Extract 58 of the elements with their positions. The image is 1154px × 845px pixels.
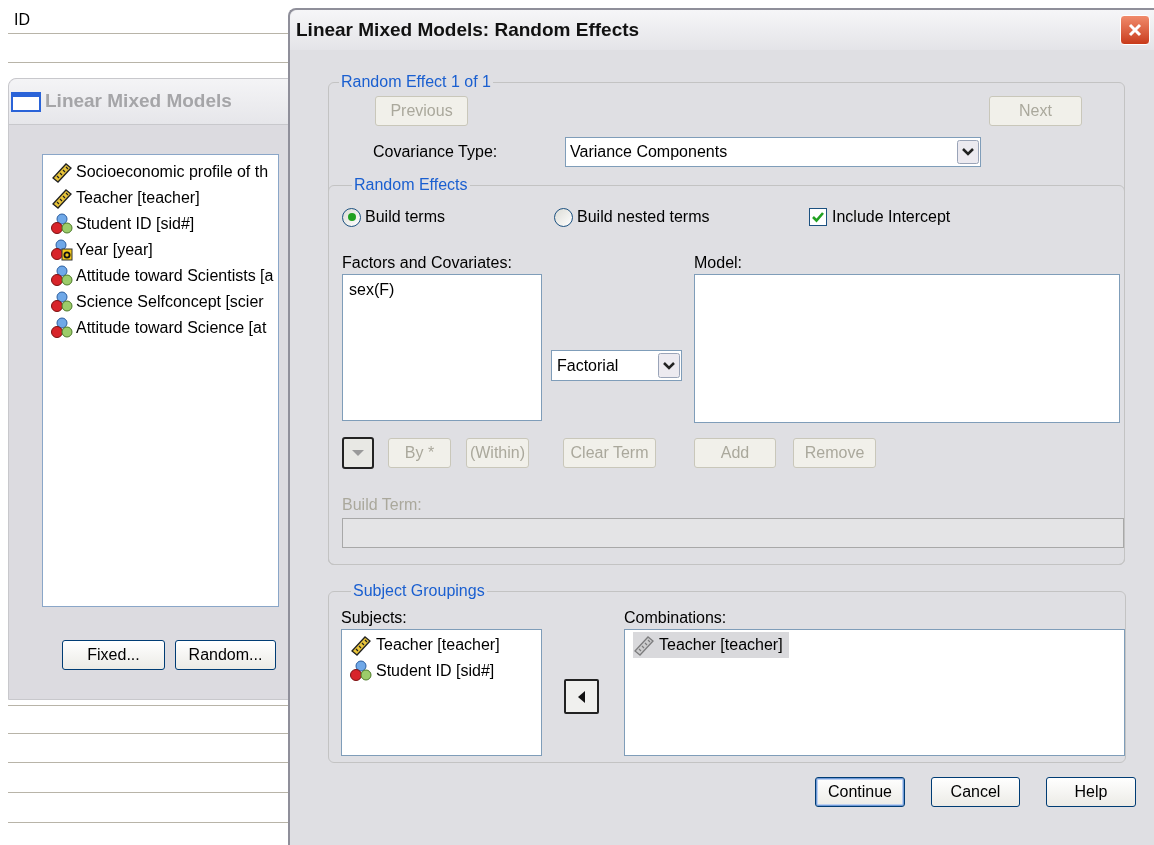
ruler-icon — [51, 187, 73, 209]
three-balls-icon — [51, 291, 73, 313]
button[interactable]: Continue — [815, 777, 905, 807]
column-header: ID — [14, 10, 30, 30]
group-heading: Random Effect 1 of 1 — [340, 72, 492, 92]
move-down-button[interactable] — [342, 437, 374, 469]
balls-string-icon — [51, 239, 73, 261]
list-item[interactable]: Teacher [teacher] — [633, 632, 789, 658]
triangle-left-icon — [577, 690, 586, 703]
list-item[interactable]: Year [year] — [76, 238, 153, 262]
field-label: Combinations: — [624, 609, 728, 627]
field-label: Subjects: — [341, 609, 408, 627]
dialog-title: Linear Mixed Models: Random Effects — [296, 17, 640, 42]
radio-button[interactable] — [342, 207, 361, 227]
close-button[interactable] — [1120, 15, 1150, 45]
subjects-list[interactable]: Teacher [teacher] Student ID [sid#] — [341, 629, 542, 756]
window-title: Linear Mixed Models — [45, 89, 232, 114]
variable-list[interactable]: Socioeconomic profile of th Teacher [teacher] Student ID [sid#] Year [year] Attitude toward Scientists [a Science Selfconcept [scier Attitude toward Science [at — [42, 154, 279, 607]
group-heading: Random Effects — [353, 175, 469, 195]
combinations-list[interactable]: Teacher [teacher] — [624, 629, 1125, 756]
list-item[interactable]: Teacher [teacher] — [76, 186, 200, 210]
checkbox[interactable] — [809, 208, 827, 226]
dropdown[interactable]: Variance Components — [565, 137, 981, 167]
dropdown[interactable]: Factorial — [551, 350, 682, 381]
build-term-field[interactable] — [342, 518, 1124, 548]
close-icon — [1127, 22, 1143, 38]
field-label: Build Term: — [342, 496, 423, 514]
field-label: Factors and Covariates: — [342, 254, 513, 272]
button[interactable]: Cancel — [931, 777, 1020, 807]
radio-label: Build nested terms — [577, 207, 710, 227]
button[interactable]: Help — [1046, 777, 1136, 807]
list-item[interactable]: sex(F) — [349, 278, 541, 300]
list-item[interactable]: Teacher [teacher] — [376, 633, 500, 657]
button[interactable]: Random... — [175, 640, 276, 670]
list-item[interactable]: Socioeconomic profile of th — [76, 160, 269, 184]
group-heading: Subject Groupings — [352, 581, 486, 601]
move-left-button[interactable] — [564, 679, 599, 714]
radio-button[interactable] — [554, 207, 573, 227]
list-item[interactable]: Science Selfconcept [scier — [76, 290, 264, 314]
window-icon — [11, 90, 41, 113]
ruler-icon — [350, 634, 372, 656]
three-balls-icon — [51, 317, 73, 339]
factors-list[interactable]: sex(F) — [342, 274, 542, 421]
checkbox-label: Include Intercept — [832, 207, 951, 227]
button[interactable]: Fixed... — [62, 640, 165, 670]
triangle-down-icon — [351, 449, 365, 457]
list-item[interactable]: Student ID [sid#] — [76, 212, 195, 236]
ruler-icon — [633, 634, 655, 656]
three-balls-icon — [350, 660, 372, 682]
list-item[interactable]: Attitude toward Scientists [a — [76, 264, 274, 288]
radio-label: Build terms — [365, 207, 446, 227]
list-item[interactable]: Student ID [sid#] — [376, 659, 495, 683]
field-label: Model: — [694, 254, 744, 272]
ruler-icon — [51, 161, 73, 183]
field-label: Covariance Type: — [373, 142, 499, 162]
list-item[interactable]: Attitude toward Science [at — [76, 316, 267, 340]
three-balls-icon — [51, 213, 73, 235]
three-balls-icon — [51, 265, 73, 287]
